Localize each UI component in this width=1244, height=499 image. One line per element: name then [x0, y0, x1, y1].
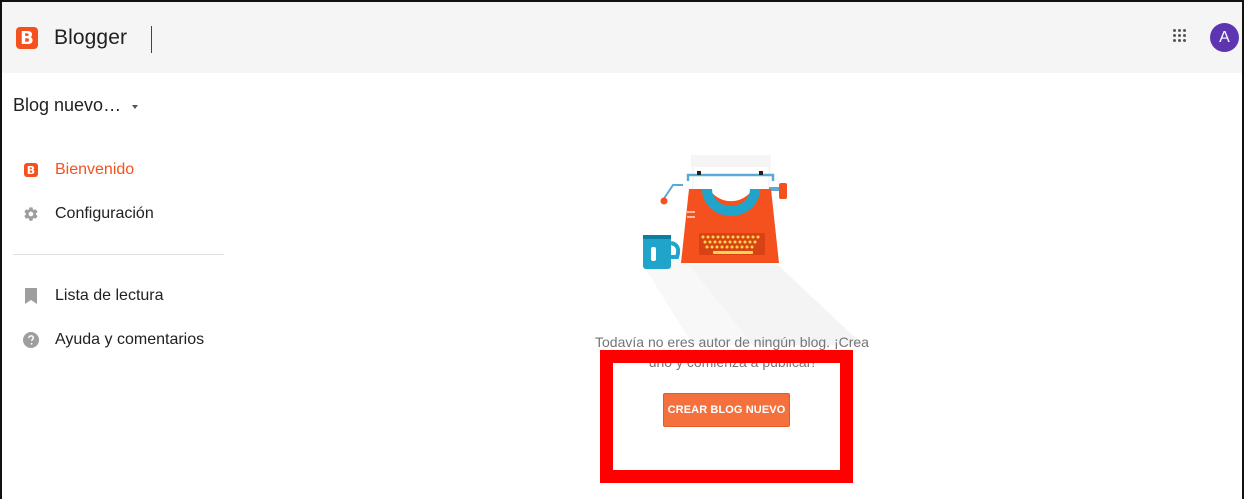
sidebar-item-configuracion[interactable]: Configuración	[2, 196, 224, 232]
caret-down-icon	[132, 104, 139, 109]
empty-state-message: Todavía no eres autor de ningún blog. ¡C…	[595, 334, 869, 370]
sidebar-item-label: Bienvenido	[55, 161, 135, 178]
blog-selector-label: Blog nuevo…	[13, 95, 122, 115]
sidebar-item-lista-de-lectura[interactable]: Lista de lectura	[2, 278, 224, 314]
create-blog-button[interactable]: CREAR BLOG NUEVO	[663, 393, 790, 427]
sidebar-item-label: Lista de lectura	[55, 287, 164, 304]
sidebar-item-bienvenido[interactable]: B Bienvenido	[2, 152, 224, 188]
sidebar-divider	[13, 254, 224, 255]
blogger-window: B Blogger A Blog nuevo… B Bienvenido Con…	[0, 0, 1244, 499]
blogger-icon: B	[23, 162, 39, 178]
blogger-logo-icon[interactable]: B	[16, 27, 38, 49]
help-icon	[23, 332, 39, 348]
account-avatar[interactable]: A	[1210, 23, 1239, 52]
sidebar-item-label: Configuración	[55, 205, 154, 222]
header-divider	[151, 26, 152, 53]
gear-icon	[23, 206, 39, 222]
brand-title[interactable]: Blogger	[54, 26, 127, 50]
blog-selector-dropdown[interactable]: Blog nuevo…	[13, 95, 139, 116]
sidebar-item-label: Ayuda y comentarios	[55, 331, 205, 348]
sidebar-item-ayuda[interactable]: Ayuda y comentarios	[2, 322, 224, 358]
apps-grid-icon[interactable]	[1173, 29, 1187, 43]
bookmark-icon	[23, 288, 39, 304]
top-bar: B Blogger A	[2, 2, 1242, 73]
typewriter-illustration-icon	[633, 155, 863, 345]
